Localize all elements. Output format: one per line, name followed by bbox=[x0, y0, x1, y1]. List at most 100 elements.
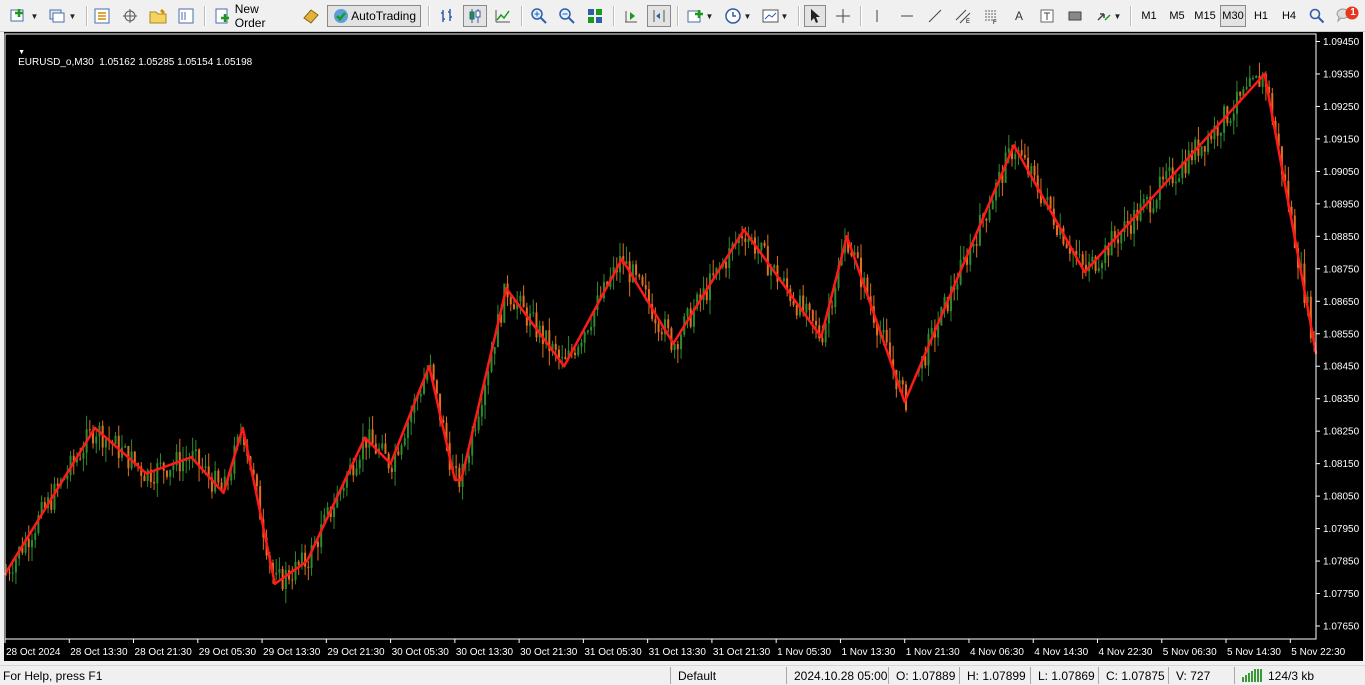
periods-button[interactable]: ▼ bbox=[722, 5, 754, 27]
timeframe-m15[interactable]: M15 bbox=[1192, 5, 1218, 27]
new-order-button[interactable]: New Order bbox=[210, 2, 296, 30]
templates-icon bbox=[762, 9, 779, 23]
autoscroll-button[interactable] bbox=[647, 5, 671, 27]
status-open: O: 1.07889 bbox=[896, 669, 956, 683]
notifications-button[interactable]: 1 bbox=[1334, 5, 1362, 27]
candle-body bbox=[583, 332, 586, 343]
market-watch-button[interactable] bbox=[91, 5, 113, 27]
x-tick-label: 4 Nov 14:30 bbox=[1034, 647, 1088, 658]
candle-body bbox=[638, 274, 641, 277]
candle-body bbox=[8, 572, 11, 574]
line-chart-icon bbox=[495, 10, 510, 23]
notification-count: 1 bbox=[1350, 7, 1356, 18]
bar-chart-button[interactable] bbox=[435, 5, 459, 27]
terminal-button[interactable] bbox=[175, 5, 197, 27]
data-window-button[interactable] bbox=[119, 5, 141, 27]
candle-body bbox=[188, 460, 191, 462]
metaeditor-button[interactable] bbox=[300, 5, 322, 27]
zigzag-point bbox=[742, 228, 746, 232]
fibonacci-button[interactable]: F bbox=[980, 5, 1002, 27]
zigzag-point bbox=[562, 365, 566, 368]
timeframe-m1[interactable]: M1 bbox=[1136, 5, 1162, 27]
candle-body bbox=[1210, 135, 1213, 140]
candle-body bbox=[143, 475, 146, 482]
candle-body bbox=[815, 320, 818, 326]
vertical-line-button[interactable] bbox=[866, 5, 888, 27]
candle-body bbox=[34, 533, 37, 541]
x-tick-label: 31 Oct 21:30 bbox=[713, 647, 771, 658]
arrows-tool-button[interactable]: ▼ bbox=[1092, 5, 1124, 27]
zoom-in-button[interactable] bbox=[527, 5, 551, 27]
x-tick-label: 4 Nov 06:30 bbox=[970, 647, 1024, 658]
candle-body bbox=[255, 474, 258, 487]
tile-windows-button[interactable] bbox=[583, 5, 607, 27]
horizontal-line-button[interactable] bbox=[896, 5, 918, 27]
zoom-out-button[interactable] bbox=[555, 5, 579, 27]
trendline-button[interactable] bbox=[924, 5, 946, 27]
candle-body bbox=[577, 346, 580, 356]
zigzag-indicator bbox=[4, 72, 1318, 586]
zigzag-point bbox=[819, 335, 823, 339]
text-label-button[interactable] bbox=[1036, 5, 1058, 27]
candle-body bbox=[741, 236, 744, 239]
y-tick-label: 1.08150 bbox=[1323, 459, 1360, 470]
svg-text:F: F bbox=[993, 20, 997, 24]
line-chart-button[interactable] bbox=[491, 5, 515, 27]
timeframe-m30[interactable]: M30 bbox=[1220, 5, 1246, 27]
zigzag-point bbox=[1012, 144, 1016, 147]
notification-bubble-icon bbox=[1336, 6, 1359, 23]
candle-body bbox=[156, 463, 159, 484]
candle-body bbox=[885, 329, 888, 343]
candle-body bbox=[657, 323, 660, 333]
candle-body bbox=[773, 265, 776, 269]
timeframe-m5[interactable]: M5 bbox=[1164, 5, 1190, 27]
autotrading-button[interactable]: AutoTrading bbox=[327, 5, 421, 27]
text-label-icon bbox=[1040, 9, 1054, 23]
fibonacci-icon: F bbox=[985, 10, 997, 24]
profile-name: Default bbox=[678, 669, 717, 683]
x-tick-label: 4 Nov 22:30 bbox=[1099, 647, 1153, 658]
candle-body bbox=[763, 242, 766, 247]
svg-text:E: E bbox=[966, 19, 970, 24]
candle-body bbox=[673, 344, 676, 351]
rectangle-tool-button[interactable] bbox=[1064, 5, 1086, 27]
autotrading-icon bbox=[334, 9, 348, 23]
candle-body bbox=[811, 310, 814, 321]
indicators-button[interactable]: ▼ bbox=[684, 5, 716, 27]
candlestick-chart-button[interactable] bbox=[463, 5, 487, 27]
x-tick-label: 29 Oct 05:30 bbox=[199, 647, 257, 658]
chart-shift-button[interactable] bbox=[619, 5, 643, 27]
profiles-button[interactable]: ▼ bbox=[46, 5, 78, 27]
status-close: C: 1.07875 bbox=[1106, 669, 1165, 683]
y-tick-label: 1.07950 bbox=[1323, 524, 1360, 535]
y-tick-label: 1.08550 bbox=[1323, 329, 1360, 340]
crosshair-tool-button[interactable] bbox=[832, 5, 854, 27]
candle-body bbox=[333, 507, 336, 517]
candle-body bbox=[1007, 148, 1010, 153]
candle-body bbox=[590, 326, 593, 331]
timeframe-h4[interactable]: H4 bbox=[1276, 5, 1302, 27]
price-chart[interactable]: 1.09450 1.09350 1.09250 1.09150 1.09050 1.089… bbox=[4, 32, 1363, 661]
chart-window[interactable]: 1.09450 1.09350 1.09250 1.09150 1.09050 1.089… bbox=[4, 32, 1363, 661]
candle-body bbox=[1100, 263, 1103, 269]
templates-button[interactable]: ▼ bbox=[759, 5, 791, 27]
x-tick-label: 5 Nov 06:30 bbox=[1163, 647, 1217, 658]
x-tick-label: 31 Oct 05:30 bbox=[584, 647, 642, 658]
candle-body bbox=[1030, 165, 1033, 174]
search-button[interactable] bbox=[1306, 5, 1328, 27]
navigator-button[interactable] bbox=[147, 5, 169, 27]
candle-body bbox=[397, 451, 400, 455]
candle-body bbox=[509, 297, 512, 305]
cursor-tool-button[interactable] bbox=[804, 5, 826, 27]
candle-body bbox=[1056, 225, 1059, 236]
candle-body bbox=[1049, 196, 1052, 209]
text-tool-button[interactable]: A bbox=[1008, 5, 1030, 27]
chart-menu-triangle-icon[interactable]: ▼ bbox=[18, 49, 25, 56]
zigzag-point bbox=[145, 472, 148, 475]
timeframe-h1[interactable]: H1 bbox=[1248, 5, 1274, 27]
new-chart-button[interactable]: ▼ bbox=[8, 5, 40, 27]
candle-body bbox=[400, 445, 403, 455]
equidistant-channel-button[interactable]: E bbox=[952, 5, 974, 27]
candle-body bbox=[1081, 254, 1084, 265]
x-tick-label: 1 Nov 13:30 bbox=[841, 647, 895, 658]
